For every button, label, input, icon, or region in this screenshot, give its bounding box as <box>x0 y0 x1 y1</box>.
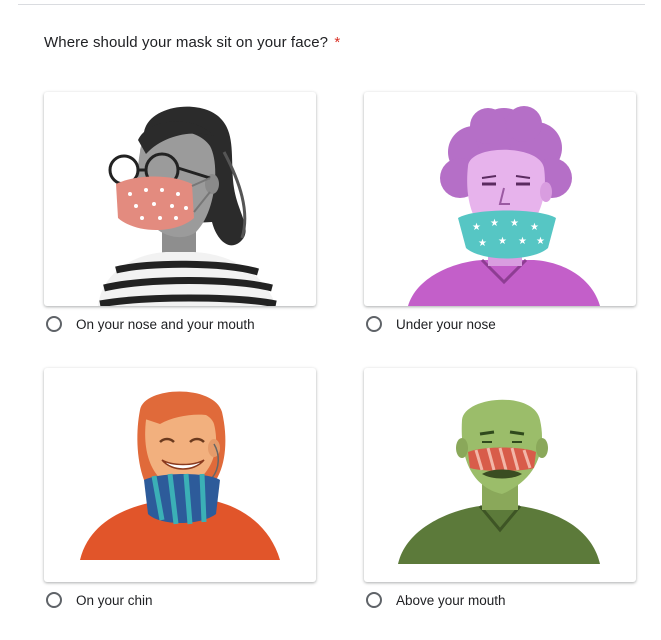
svg-text:★: ★ <box>490 218 499 229</box>
svg-text:★: ★ <box>498 236 507 247</box>
option-image-card[interactable] <box>44 368 316 582</box>
orange-hair-woman-illustration <box>80 391 280 560</box>
radio-button[interactable] <box>46 592 62 608</box>
option-above-mouth[interactable]: Above your mouth <box>364 368 636 608</box>
choice-label: Under your nose <box>396 316 496 332</box>
radio-button[interactable] <box>46 316 62 332</box>
svg-text:★: ★ <box>518 236 527 247</box>
required-asterisk: * <box>334 34 341 51</box>
choice-on-chin[interactable]: On your chin <box>44 592 316 608</box>
form-top-divider <box>18 0 645 5</box>
option-under-nose[interactable]: ★ ★ ★ ★ ★ ★ ★ ★ Under your nose <box>364 92 636 332</box>
choice-label: On your chin <box>76 592 153 608</box>
radio-button[interactable] <box>366 592 382 608</box>
question-text: Where should your mask sit on your face? <box>44 34 329 51</box>
option-image-card[interactable] <box>44 92 316 306</box>
svg-text:★: ★ <box>472 222 481 233</box>
choice-under-nose[interactable]: Under your nose <box>364 316 636 332</box>
svg-text:★: ★ <box>536 236 545 247</box>
svg-text:★: ★ <box>510 218 519 229</box>
option-image-card[interactable] <box>364 368 636 582</box>
option-image-card[interactable]: ★ ★ ★ ★ ★ ★ ★ ★ <box>364 92 636 306</box>
option-on-chin[interactable]: On your chin <box>44 368 316 608</box>
choice-above-mouth[interactable]: Above your mouth <box>364 592 636 608</box>
woman-mask-illustration <box>98 106 277 306</box>
svg-text:★: ★ <box>478 238 487 249</box>
choice-nose-and-mouth[interactable]: On your nose and your mouth <box>44 316 316 332</box>
bald-man-illustration <box>398 399 600 564</box>
question-title: Where should your mask sit on your face?… <box>44 34 340 51</box>
radio-button[interactable] <box>366 316 382 332</box>
purple-hair-person-illustration: ★ ★ ★ ★ ★ ★ ★ ★ <box>408 106 600 306</box>
option-nose-and-mouth[interactable]: On your nose and your mouth <box>44 92 316 332</box>
svg-text:★: ★ <box>530 222 539 233</box>
choice-label: On your nose and your mouth <box>76 316 255 332</box>
choice-label: Above your mouth <box>396 592 506 608</box>
